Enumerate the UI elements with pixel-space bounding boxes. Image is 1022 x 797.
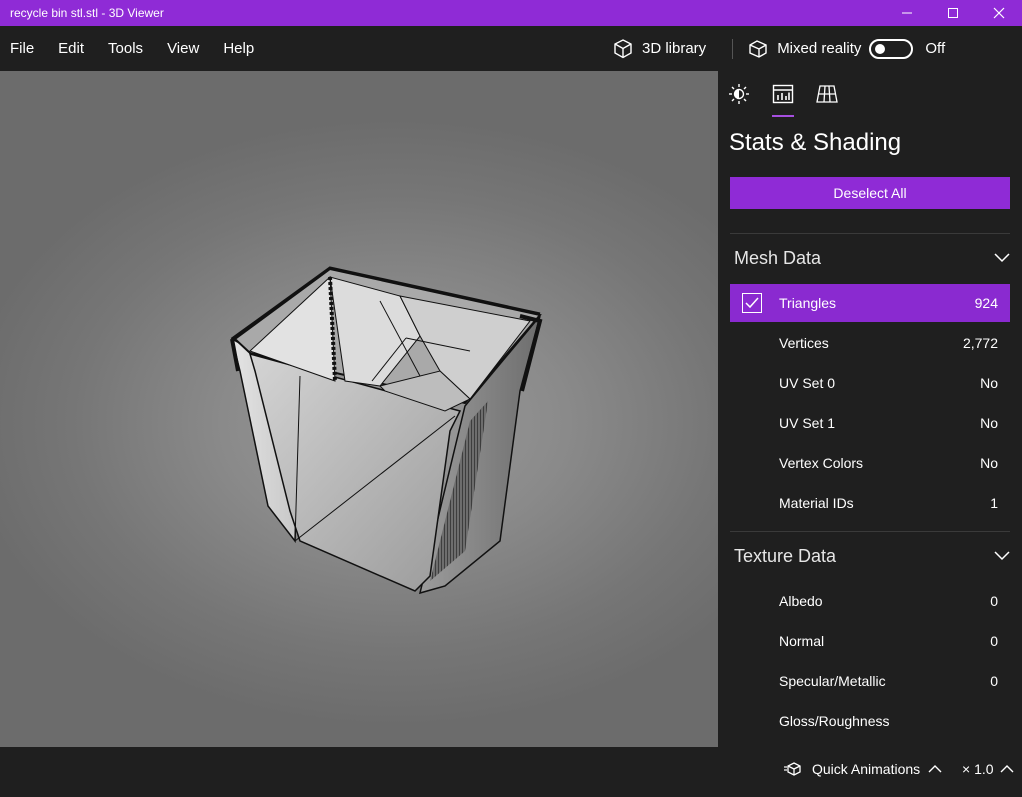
panel-tabs — [728, 83, 838, 117]
row-value: 0 — [990, 633, 998, 649]
checkbox[interactable] — [742, 293, 762, 313]
quick-animations-button[interactable]: Quick Animations — [784, 761, 942, 777]
row-value: No — [980, 455, 998, 471]
texture-data-header[interactable]: Texture Data — [734, 541, 1010, 571]
toolbar-divider — [732, 38, 734, 59]
texture-data-title: Texture Data — [734, 545, 837, 566]
3d-viewport[interactable] — [0, 71, 718, 747]
mesh-row-vertex-colors[interactable]: Vertex Colors No — [730, 444, 1010, 482]
chevron-down-icon — [994, 551, 1010, 561]
speed-button[interactable]: × 1.0 — [962, 761, 1014, 777]
mixed-reality-label: Mixed reality — [777, 40, 862, 57]
texture-row-gloss-roughness[interactable]: Gloss/Roughness — [730, 702, 1010, 740]
menu-file[interactable]: File — [0, 26, 46, 71]
sun-icon — [729, 84, 749, 104]
row-label: Vertex Colors — [779, 455, 864, 471]
maximize-button[interactable] — [930, 0, 976, 26]
row-value: 2,772 — [962, 335, 998, 351]
menu-help[interactable]: Help — [211, 26, 266, 71]
menu-edit[interactable]: Edit — [46, 26, 96, 71]
texture-row-specular-metallic[interactable]: Specular/Metallic 0 — [730, 662, 1010, 700]
chevron-up-icon — [1000, 765, 1014, 773]
row-value: 0 — [990, 593, 998, 609]
row-value: 924 — [974, 295, 998, 311]
toggle-knob — [875, 43, 886, 54]
mesh-row-material-ids[interactable]: Material IDs 1 — [730, 484, 1010, 522]
panel-title: Stats & Shading — [729, 129, 902, 156]
row-label: Normal — [779, 633, 825, 649]
texture-row-albedo[interactable]: Albedo 0 — [730, 582, 1010, 620]
3d-library-button[interactable]: 3D library — [612, 26, 706, 71]
minimize-icon — [902, 12, 912, 14]
row-value: No — [980, 415, 998, 431]
mixed-reality-button[interactable]: Mixed reality — [747, 38, 861, 60]
window-title: recycle bin stl.stl - 3D Viewer — [10, 6, 164, 20]
toggle-state-label: Off — [925, 40, 946, 57]
chevron-down-icon — [994, 253, 1010, 263]
deselect-all-button[interactable]: Deselect All — [730, 177, 1010, 209]
checkmark-icon — [745, 297, 759, 309]
row-label: Gloss/Roughness — [779, 713, 890, 729]
animation-icon — [784, 762, 801, 776]
mesh-data-header[interactable]: Mesh Data — [734, 243, 1010, 273]
mixed-reality-icon — [749, 39, 767, 58]
tab-stats[interactable] — [772, 83, 794, 117]
mesh-row-uv-set-1[interactable]: UV Set 1 No — [730, 404, 1010, 442]
mixed-reality-toggle[interactable] — [869, 38, 914, 59]
texture-row-normal[interactable]: Normal 0 — [730, 622, 1010, 660]
menu-tools[interactable]: Tools — [96, 26, 155, 71]
row-label: Triangles — [779, 295, 837, 311]
row-label: Material IDs — [779, 495, 854, 511]
row-label: Specular/Metallic — [779, 673, 886, 689]
mesh-row-uv-set-0[interactable]: UV Set 0 No — [730, 364, 1010, 402]
close-button[interactable] — [976, 0, 1022, 26]
row-value: No — [980, 375, 998, 391]
3d-model — [230, 266, 543, 595]
speed-label: × 1.0 — [962, 761, 994, 777]
cube-icon — [614, 38, 632, 58]
maximize-icon — [948, 8, 958, 18]
row-label: Albedo — [779, 593, 823, 609]
row-value: 1 — [990, 495, 998, 511]
title-bar: recycle bin stl.stl - 3D Viewer — [0, 0, 1022, 26]
3d-library-label: 3D library — [642, 40, 707, 57]
menu-view[interactable]: View — [155, 26, 211, 71]
mesh-row-vertices[interactable]: Vertices 2,772 — [730, 324, 1010, 362]
grid-icon — [816, 85, 838, 103]
menu-bar: File Edit Tools View Help 3D library Mix… — [0, 26, 1022, 71]
row-label: Vertices — [779, 335, 829, 351]
tab-grid[interactable] — [816, 83, 838, 117]
chevron-up-icon — [928, 765, 942, 773]
close-icon — [993, 7, 1005, 19]
bottom-bar: Quick Animations × 1.0 — [0, 747, 1022, 797]
divider — [730, 233, 1010, 234]
tab-lighting[interactable] — [728, 83, 750, 117]
mesh-row-triangles[interactable]: Triangles 924 — [730, 284, 1010, 322]
row-label: UV Set 1 — [779, 415, 836, 431]
minimize-button[interactable] — [884, 0, 930, 26]
stats-icon — [772, 84, 794, 104]
quick-animations-label: Quick Animations — [812, 761, 921, 777]
row-value: 0 — [990, 673, 998, 689]
row-label: UV Set 0 — [779, 375, 836, 391]
mesh-data-title: Mesh Data — [734, 247, 822, 268]
divider — [730, 531, 1010, 532]
stats-panel: Stats & Shading Deselect All Mesh Data T… — [718, 71, 1022, 747]
